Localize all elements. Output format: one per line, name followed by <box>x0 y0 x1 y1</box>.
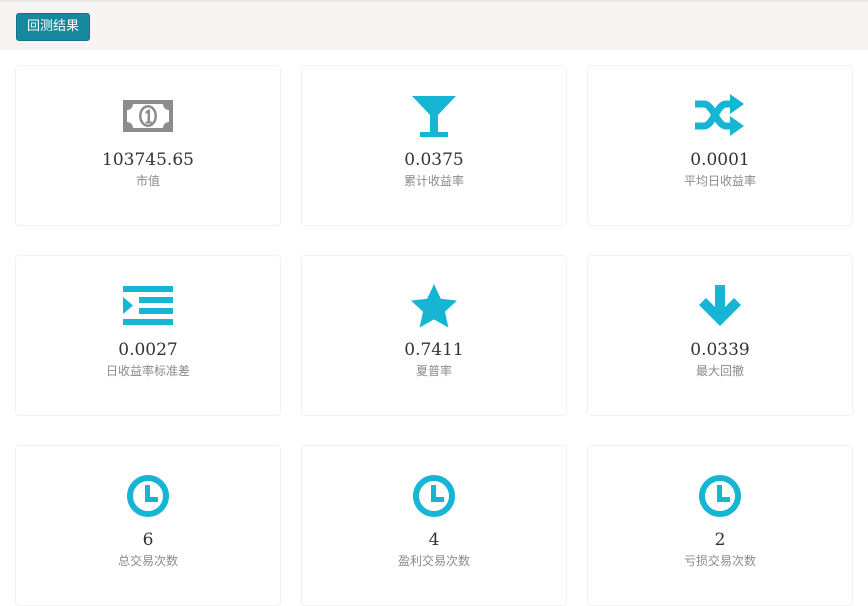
metric-label: 日收益率标准差 <box>105 364 190 378</box>
metric-card-market-value: 103745.65 市值 <box>15 65 281 226</box>
top-toolbar: 回测结果 <box>0 0 868 50</box>
metric-value: 0.0375 <box>404 150 464 170</box>
cocktail-glass-icon <box>302 94 566 138</box>
metric-card-winning-trades: 4 盈利交易次数 <box>301 445 567 606</box>
metric-value: 2 <box>714 530 726 550</box>
metric-card-max-drawdown: 0.0339 最大回撤 <box>587 255 853 416</box>
metric-card-sharpe-ratio: 0.7411 夏普率 <box>301 255 567 416</box>
metric-label: 市值 <box>135 174 160 188</box>
clock-icon <box>302 474 566 518</box>
metric-card-daily-return-std: 0.0027 日收益率标准差 <box>15 255 281 416</box>
clock-icon <box>16 474 280 518</box>
shuffle-icon <box>588 94 852 138</box>
metric-value: 0.0001 <box>690 150 750 170</box>
star-icon <box>302 284 566 328</box>
metric-value: 103745.65 <box>102 150 194 170</box>
metric-card-losing-trades: 2 亏损交易次数 <box>587 445 853 606</box>
arrow-down-icon <box>588 284 852 328</box>
metric-value: 4 <box>428 530 440 550</box>
money-icon <box>16 94 280 138</box>
metric-card-avg-daily-return: 0.0001 平均日收益率 <box>587 65 853 226</box>
metric-label: 亏损交易次数 <box>683 554 756 568</box>
indent-list-icon <box>16 284 280 328</box>
backtest-result-button[interactable]: 回测结果 <box>16 13 90 41</box>
metric-label: 累计收益率 <box>403 174 464 188</box>
metric-label: 平均日收益率 <box>683 174 756 188</box>
metric-value: 0.0339 <box>690 340 750 360</box>
metric-label: 夏普率 <box>415 364 452 378</box>
metric-label: 最大回撤 <box>695 364 744 378</box>
metric-value: 6 <box>142 530 154 550</box>
metric-value: 0.0027 <box>118 340 178 360</box>
metric-label: 盈利交易次数 <box>397 554 470 568</box>
metric-value: 0.7411 <box>404 340 464 360</box>
metric-card-cumulative-return: 0.0375 累计收益率 <box>301 65 567 226</box>
metric-label: 总交易次数 <box>117 554 178 568</box>
clock-icon <box>588 474 852 518</box>
metric-card-total-trades: 6 总交易次数 <box>15 445 281 606</box>
